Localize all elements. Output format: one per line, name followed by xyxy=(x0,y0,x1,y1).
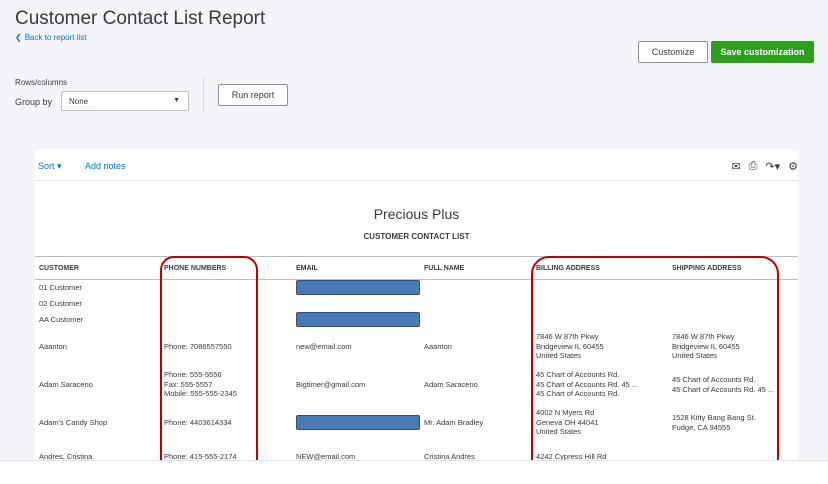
column-header-customer[interactable]: CUSTOMER xyxy=(35,256,160,280)
column-header-email[interactable]: EMAIL xyxy=(292,256,420,280)
settings-icon[interactable]: ⚙ xyxy=(788,160,798,173)
report-title: CUSTOMER CONTACT LIST xyxy=(363,232,470,241)
cell-full-name-line: Adam Saraceno xyxy=(424,379,478,389)
cell-customer-line: 02 Customer xyxy=(39,298,82,308)
cell-customer-line: AA Customer xyxy=(39,314,84,324)
cell-email xyxy=(292,296,420,312)
cell-email xyxy=(292,404,420,442)
cell-email: new@email.com xyxy=(292,328,420,366)
cell-email-line: Bigtimer@gmail.com xyxy=(296,379,366,389)
report-panel: Sort ▾ Add notes ✉ ⎙ ↷▾ ⚙ Precious Plus … xyxy=(35,150,798,484)
annotation-circle-address xyxy=(531,256,779,476)
company-name: Precious Plus xyxy=(373,206,460,222)
redaction-box xyxy=(296,312,420,327)
cell-email xyxy=(292,280,420,296)
toolbar-icons: ✉ ⎙ ↷▾ ⚙ xyxy=(731,160,798,173)
cell-full-name-line: Aaanton xyxy=(424,341,452,351)
cell-full-name xyxy=(420,296,532,312)
sort-dropdown[interactable]: Sort ▾ xyxy=(38,161,62,172)
cell-customer: Adam's Candy Shop xyxy=(35,404,160,442)
back-link-label: Back to report list xyxy=(24,33,87,42)
group-by-label: Group by xyxy=(15,97,53,107)
export-icon[interactable]: ↷▾ xyxy=(765,160,780,173)
column-header-full-name[interactable]: FULL NAME xyxy=(420,256,532,280)
cell-email: Bigtimer@gmail.com xyxy=(292,366,420,404)
cell-full-name: Mr. Adam Bradley xyxy=(420,404,532,442)
cell-email xyxy=(292,312,420,328)
annotation-circle-phone xyxy=(160,256,258,484)
caret-down-icon: ▼ xyxy=(173,97,180,104)
customize-button[interactable]: Customize xyxy=(638,41,708,63)
report-header: Customer Contact List Report ❮ Back to re… xyxy=(0,0,828,135)
back-link[interactable]: ❮ Back to report list xyxy=(15,33,87,42)
cell-customer: 01 Customer xyxy=(35,280,160,296)
cell-email-line: new@email.com xyxy=(296,341,352,351)
rows-columns-label: Rows/columns xyxy=(15,78,68,87)
run-report-button[interactable]: Run report xyxy=(218,84,288,106)
page-title: Customer Contact List Report xyxy=(15,8,266,29)
cell-full-name xyxy=(420,280,532,296)
cell-full-name: Aaanton xyxy=(420,328,532,366)
chevron-left-icon: ❮ xyxy=(15,33,22,42)
cell-full-name xyxy=(420,312,532,328)
cell-customer-line: Adam's Candy Shop xyxy=(39,417,108,427)
caret-down-icon: ▾ xyxy=(54,161,62,171)
print-icon[interactable]: ⎙ xyxy=(749,160,758,173)
cell-full-name: Adam Saraceno xyxy=(420,366,532,404)
cell-customer-line: Adam Saraceno xyxy=(39,379,93,389)
cell-customer: Adam Saraceno xyxy=(35,366,160,404)
cell-full-name-line: Mr. Adam Bradley xyxy=(424,417,484,427)
cell-customer: Aaanton xyxy=(35,328,160,366)
divider xyxy=(35,180,798,181)
redaction-box xyxy=(296,415,420,430)
redaction-box xyxy=(296,280,420,296)
cell-customer-line: 01 Customer xyxy=(39,283,82,292)
cell-customer: AA Customer xyxy=(35,312,160,328)
cell-customer: 02 Customer xyxy=(35,296,160,312)
cell-customer-line: Aaanton xyxy=(39,341,67,351)
save-customization-button[interactable]: Save customization xyxy=(711,41,814,63)
group-by-select[interactable]: None ▼ xyxy=(61,91,189,111)
sort-label: Sort xyxy=(38,161,55,171)
report-toolbar: Sort ▾ Add notes ✉ ⎙ ↷▾ ⚙ xyxy=(35,150,798,180)
bottom-edge xyxy=(0,460,828,484)
group-by-value: None xyxy=(69,97,89,106)
add-notes-link[interactable]: Add notes xyxy=(85,161,126,171)
divider xyxy=(203,77,204,113)
email-icon[interactable]: ✉ xyxy=(731,160,740,173)
